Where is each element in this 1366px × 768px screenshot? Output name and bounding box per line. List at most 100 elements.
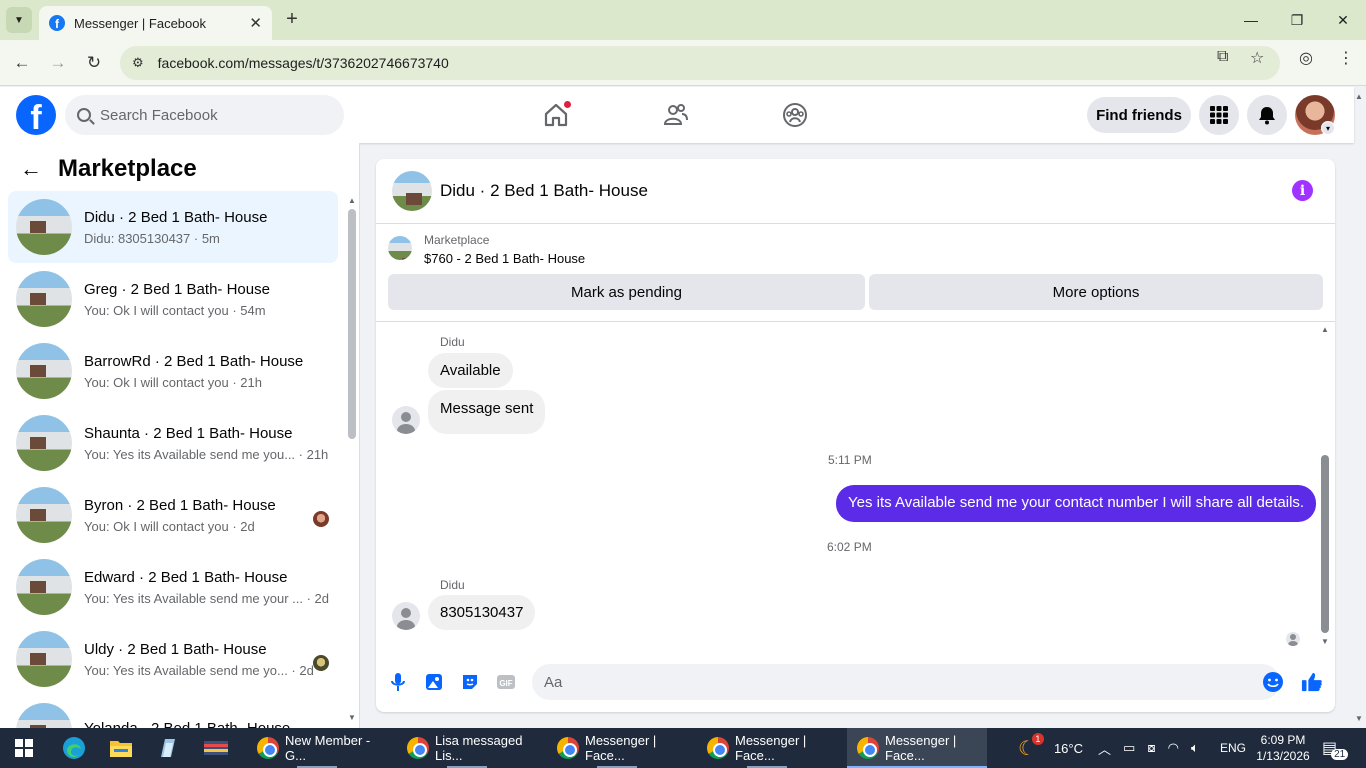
conversation-item[interactable]: Greg · 2 Bed 1 Bath- House You: Ok I wil… xyxy=(8,263,338,335)
chat-header: Didu · 2 Bed 1 Bath- House i xyxy=(376,159,1335,224)
profile-icon[interactable]: ◎ xyxy=(1299,48,1313,68)
chat-scrollbar[interactable] xyxy=(1321,455,1329,633)
conversation-item[interactable]: Byron · 2 Bed 1 Bath- House You: Ok I wi… xyxy=(8,479,338,551)
info-icon[interactable]: i xyxy=(1292,180,1313,201)
tab-search-button[interactable]: ▼ xyxy=(6,7,32,33)
taskbar-app-new-member[interactable]: New Member - G... xyxy=(247,728,387,768)
outgoing-message[interactable]: Yes its Available send me your contact n… xyxy=(836,485,1317,522)
chat-title[interactable]: Didu · 2 Bed 1 Bath- House xyxy=(440,181,648,201)
address-bar[interactable]: ⚙ facebook.com/messages/t/37362027466737… xyxy=(120,46,1280,80)
conversation-preview: You: Yes its Available send me yo... · 2… xyxy=(84,662,314,678)
scroll-up-arrow[interactable]: ▲ xyxy=(348,196,356,205)
incoming-message[interactable]: 8305130437 xyxy=(428,595,536,630)
listing-thumbnail xyxy=(388,236,412,260)
windows-start-icon[interactable] xyxy=(10,734,38,762)
sidebar-scrollbar[interactable] xyxy=(348,209,356,439)
svg-text:GIF: GIF xyxy=(499,679,512,688)
mark-as-pending-button[interactable]: Mark as pending xyxy=(388,274,865,310)
restore-button[interactable]: ❐ xyxy=(1274,0,1320,40)
forward-button[interactable]: → xyxy=(46,51,70,75)
notepad-icon[interactable] xyxy=(154,734,182,762)
sender-avatar[interactable] xyxy=(392,406,420,434)
clock[interactable]: 6:09 PM 1/13/2026 xyxy=(1253,728,1313,768)
chevron-up-icon[interactable]: ︿ xyxy=(1098,739,1111,758)
more-options-button[interactable]: More options xyxy=(869,274,1323,310)
sticker-icon[interactable] xyxy=(459,671,481,693)
friends-nav-icon[interactable] xyxy=(660,99,692,131)
sender-avatar[interactable] xyxy=(392,602,420,630)
meet-now-icon[interactable]: ⧇ xyxy=(1147,740,1155,756)
marketplace-listing-bar: Marketplace $760 - 2 Bed 1 Bath- House M… xyxy=(376,224,1335,322)
taskbar-app-messenger-1[interactable]: Messenger | Face... xyxy=(547,728,687,768)
conversation-name: Yolanda · 2 Bed 1 Bath- House xyxy=(84,720,338,728)
close-tab-icon[interactable]: ✕ xyxy=(249,14,262,32)
notification-count: 21 xyxy=(1331,748,1349,760)
ruler-app-icon[interactable] xyxy=(202,734,230,762)
chevron-down-icon: ▼ xyxy=(14,14,24,26)
conversation-item[interactable]: Yolanda · 2 Bed 1 Bath- House xyxy=(8,695,338,728)
taskbar-app-messenger-2[interactable]: Messenger | Face... xyxy=(697,728,837,768)
back-button[interactable]: ← xyxy=(10,51,34,75)
new-tab-button[interactable]: + xyxy=(281,8,303,30)
like-thumbs-up-icon[interactable] xyxy=(1301,671,1323,693)
conversation-preview: You: Ok I will contact you · 54m xyxy=(84,302,266,318)
notifications-button[interactable] xyxy=(1247,95,1287,135)
microphone-icon[interactable] xyxy=(387,671,409,693)
page-scroll-down-arrow[interactable]: ▼ xyxy=(1355,714,1363,723)
weather-widget[interactable]: ☾ 1 16°C xyxy=(1018,728,1083,768)
conversation-item[interactable]: Didu · 2 Bed 1 Bath- House Didu: 8305130… xyxy=(8,191,338,263)
browser-tab[interactable]: f Messenger | Facebook ✕ xyxy=(39,6,272,40)
marketplace-label: Marketplace xyxy=(424,233,490,247)
file-explorer-icon[interactable] xyxy=(107,734,135,762)
conversation-item[interactable]: BarrowRd · 2 Bed 1 Bath- House You: Ok I… xyxy=(8,335,338,407)
menu-kebab-icon[interactable]: ⋮ xyxy=(1338,48,1354,68)
listing-thumbnail xyxy=(16,631,72,687)
minimize-button[interactable]: — xyxy=(1228,0,1274,40)
site-info-icon[interactable]: ⚙ xyxy=(132,55,144,71)
speaker-icon[interactable]: 🔈︎ xyxy=(1191,740,1199,756)
sidebar-header: ← Marketplace xyxy=(20,155,197,183)
battery-icon[interactable]: ▭ xyxy=(1123,740,1135,756)
incoming-message[interactable]: Available xyxy=(428,353,513,388)
search-box[interactable]: Search Facebook xyxy=(65,95,344,135)
scroll-up-arrow[interactable]: ▲ xyxy=(1321,325,1329,334)
gif-icon[interactable]: GIF xyxy=(495,671,517,693)
emoji-icon[interactable] xyxy=(1262,671,1284,693)
taskbar-app-messenger-3[interactable]: Messenger | Face... xyxy=(847,728,987,768)
wifi-icon[interactable]: ◠ xyxy=(1168,740,1179,756)
back-arrow-icon[interactable]: ← xyxy=(20,156,42,182)
facebook-logo[interactable]: f xyxy=(16,95,56,135)
listing-thumbnail[interactable] xyxy=(392,171,432,211)
taskbar-app-lisa-messaged[interactable]: Lisa messaged Lis... xyxy=(397,728,537,768)
scroll-down-arrow[interactable]: ▼ xyxy=(1321,637,1329,646)
install-app-icon[interactable]: ⧉ xyxy=(1217,48,1228,66)
seen-avatar xyxy=(313,655,329,671)
conversation-item[interactable]: Edward · 2 Bed 1 Bath- House You: Yes it… xyxy=(8,551,338,623)
language-indicator[interactable]: ENG xyxy=(1220,728,1246,768)
conversation-preview: You: Ok I will contact you · 21h xyxy=(84,374,263,390)
conversation-item[interactable]: Shaunta · 2 Bed 1 Bath- House You: Yes i… xyxy=(8,407,338,479)
taskbar-app-label: Messenger | Face... xyxy=(735,733,807,763)
search-placeholder: Search Facebook xyxy=(100,106,218,124)
find-friends-button[interactable]: Find friends xyxy=(1087,97,1191,133)
taskbar-app-label: Lisa messaged Lis... xyxy=(435,733,523,763)
menu-button[interactable] xyxy=(1199,95,1239,135)
bookmark-star-icon[interactable]: ☆ xyxy=(1250,48,1264,68)
browser-tab-bar: ▼ f Messenger | Facebook ✕ + — ❐ ✕ xyxy=(0,0,1366,40)
edge-browser-icon[interactable] xyxy=(60,734,88,762)
chevron-down-icon[interactable]: ▾ xyxy=(1321,121,1335,135)
page-scroll-up-arrow[interactable]: ▲ xyxy=(1355,92,1363,101)
groups-nav-icon[interactable] xyxy=(779,99,811,131)
listing-title[interactable]: $760 - 2 Bed 1 Bath- House xyxy=(424,251,585,266)
conversation-name: Byron · 2 Bed 1 Bath- House xyxy=(84,496,276,514)
conversation-list: Didu · 2 Bed 1 Bath- House Didu: 8305130… xyxy=(8,191,338,728)
photo-icon[interactable] xyxy=(423,671,445,693)
close-window-button[interactable]: ✕ xyxy=(1320,0,1366,40)
conversation-item[interactable]: Uldy · 2 Bed 1 Bath- House You: Yes its … xyxy=(8,623,338,695)
notification-center[interactable]: ▤ 21 xyxy=(1322,728,1349,768)
reload-button[interactable]: ↻ xyxy=(82,51,106,75)
message-input[interactable] xyxy=(532,664,1280,700)
scroll-down-arrow[interactable]: ▼ xyxy=(348,713,356,722)
incoming-message[interactable]: Message sent xyxy=(428,390,546,434)
taskbar-app-label: Messenger | Face... xyxy=(885,733,957,763)
